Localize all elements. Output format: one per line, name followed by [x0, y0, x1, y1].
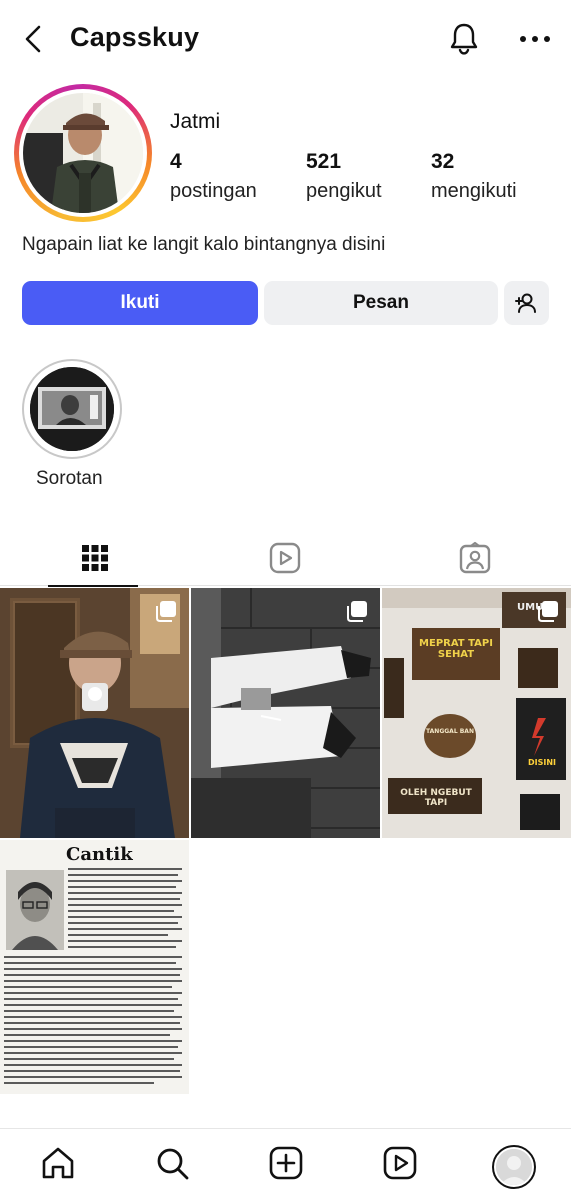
- highlight-label: Sorotan: [36, 468, 103, 489]
- sign-text: OLEH NGEBUT TAPI: [400, 788, 472, 808]
- tagged-icon: [459, 541, 491, 574]
- reels-icon: [383, 1146, 417, 1180]
- notifications-button[interactable]: [446, 20, 482, 56]
- nav-search[interactable]: [152, 1143, 192, 1183]
- stat-posts[interactable]: 4 postingan: [170, 150, 257, 203]
- message-button[interactable]: Pesan: [264, 281, 498, 325]
- reels-icon: [269, 542, 301, 574]
- stat-posts-label: postingan: [170, 180, 257, 202]
- post-image-legs-sneakers: [191, 588, 380, 838]
- tab-reels[interactable]: [190, 530, 380, 586]
- more-dots-icon: [520, 36, 550, 42]
- search-icon: [157, 1148, 189, 1180]
- nav-create[interactable]: [266, 1143, 306, 1183]
- suggest-people-button[interactable]: [504, 281, 549, 325]
- multiple-photos-icon: [347, 601, 367, 622]
- profile-avatar: [496, 1149, 532, 1185]
- back-button[interactable]: [18, 22, 52, 56]
- post-thumbnail[interactable]: [191, 588, 380, 838]
- tab-tagged[interactable]: [380, 530, 570, 586]
- grid-icon: [82, 545, 108, 571]
- home-icon: [42, 1147, 74, 1179]
- highlight-sorotan[interactable]: [22, 359, 122, 459]
- post-thumbnail[interactable]: [0, 588, 189, 838]
- sign-text: TANGGAL BAN: [426, 728, 474, 735]
- chevron-left-icon: [25, 25, 41, 53]
- stat-following[interactable]: 32 mengikuti: [431, 150, 517, 203]
- nav-home[interactable]: [38, 1143, 78, 1183]
- profile-username: Capsskuy: [70, 22, 200, 52]
- profile-tabs: [0, 530, 571, 587]
- newspaper-headline: Cantik: [66, 844, 133, 865]
- bell-icon: [450, 23, 478, 55]
- newspaper-text-columns: [4, 868, 182, 1084]
- nav-reels[interactable]: [380, 1143, 420, 1183]
- profile-avatar-story-ring[interactable]: [14, 84, 152, 222]
- post-image-mirror-selfie: [0, 588, 189, 838]
- profile-bio: Ngapain liat ke langit kalo bintangnya d…: [22, 234, 386, 255]
- stat-following-label: mengikuti: [431, 180, 517, 202]
- highlight-cover-image: [30, 367, 114, 451]
- create-icon: [269, 1146, 303, 1180]
- multiple-photos-icon: [156, 601, 176, 622]
- stat-following-count: 32: [431, 150, 455, 173]
- stat-followers-label: pengikut: [306, 180, 382, 202]
- nav-profile[interactable]: [492, 1145, 536, 1189]
- person-add-icon: [514, 293, 536, 313]
- profile-avatar: [23, 93, 143, 213]
- sign-text: DISINI: [527, 758, 557, 767]
- post-thumbnail[interactable]: Cantik: [0, 840, 189, 1094]
- more-options-button[interactable]: [518, 24, 552, 54]
- sign-text: MEPRAT TAPI SEHAT: [419, 638, 493, 660]
- post-thumbnail[interactable]: MEPRAT TAPI SEHAT DISINI OLEH NGEBUT TAP…: [382, 588, 571, 838]
- multiple-photos-icon: [538, 601, 558, 622]
- stat-followers-count: 521: [306, 150, 342, 173]
- follow-button[interactable]: Ikuti: [22, 281, 258, 325]
- stat-followers[interactable]: 521 pengikut: [306, 150, 382, 203]
- stat-posts-count: 4: [170, 150, 182, 173]
- profile-display-name: Jatmi: [170, 110, 221, 133]
- tab-posts[interactable]: [0, 530, 190, 587]
- bottom-navigation: [0, 1128, 571, 1200]
- top-bar: Capsskuy: [0, 0, 571, 78]
